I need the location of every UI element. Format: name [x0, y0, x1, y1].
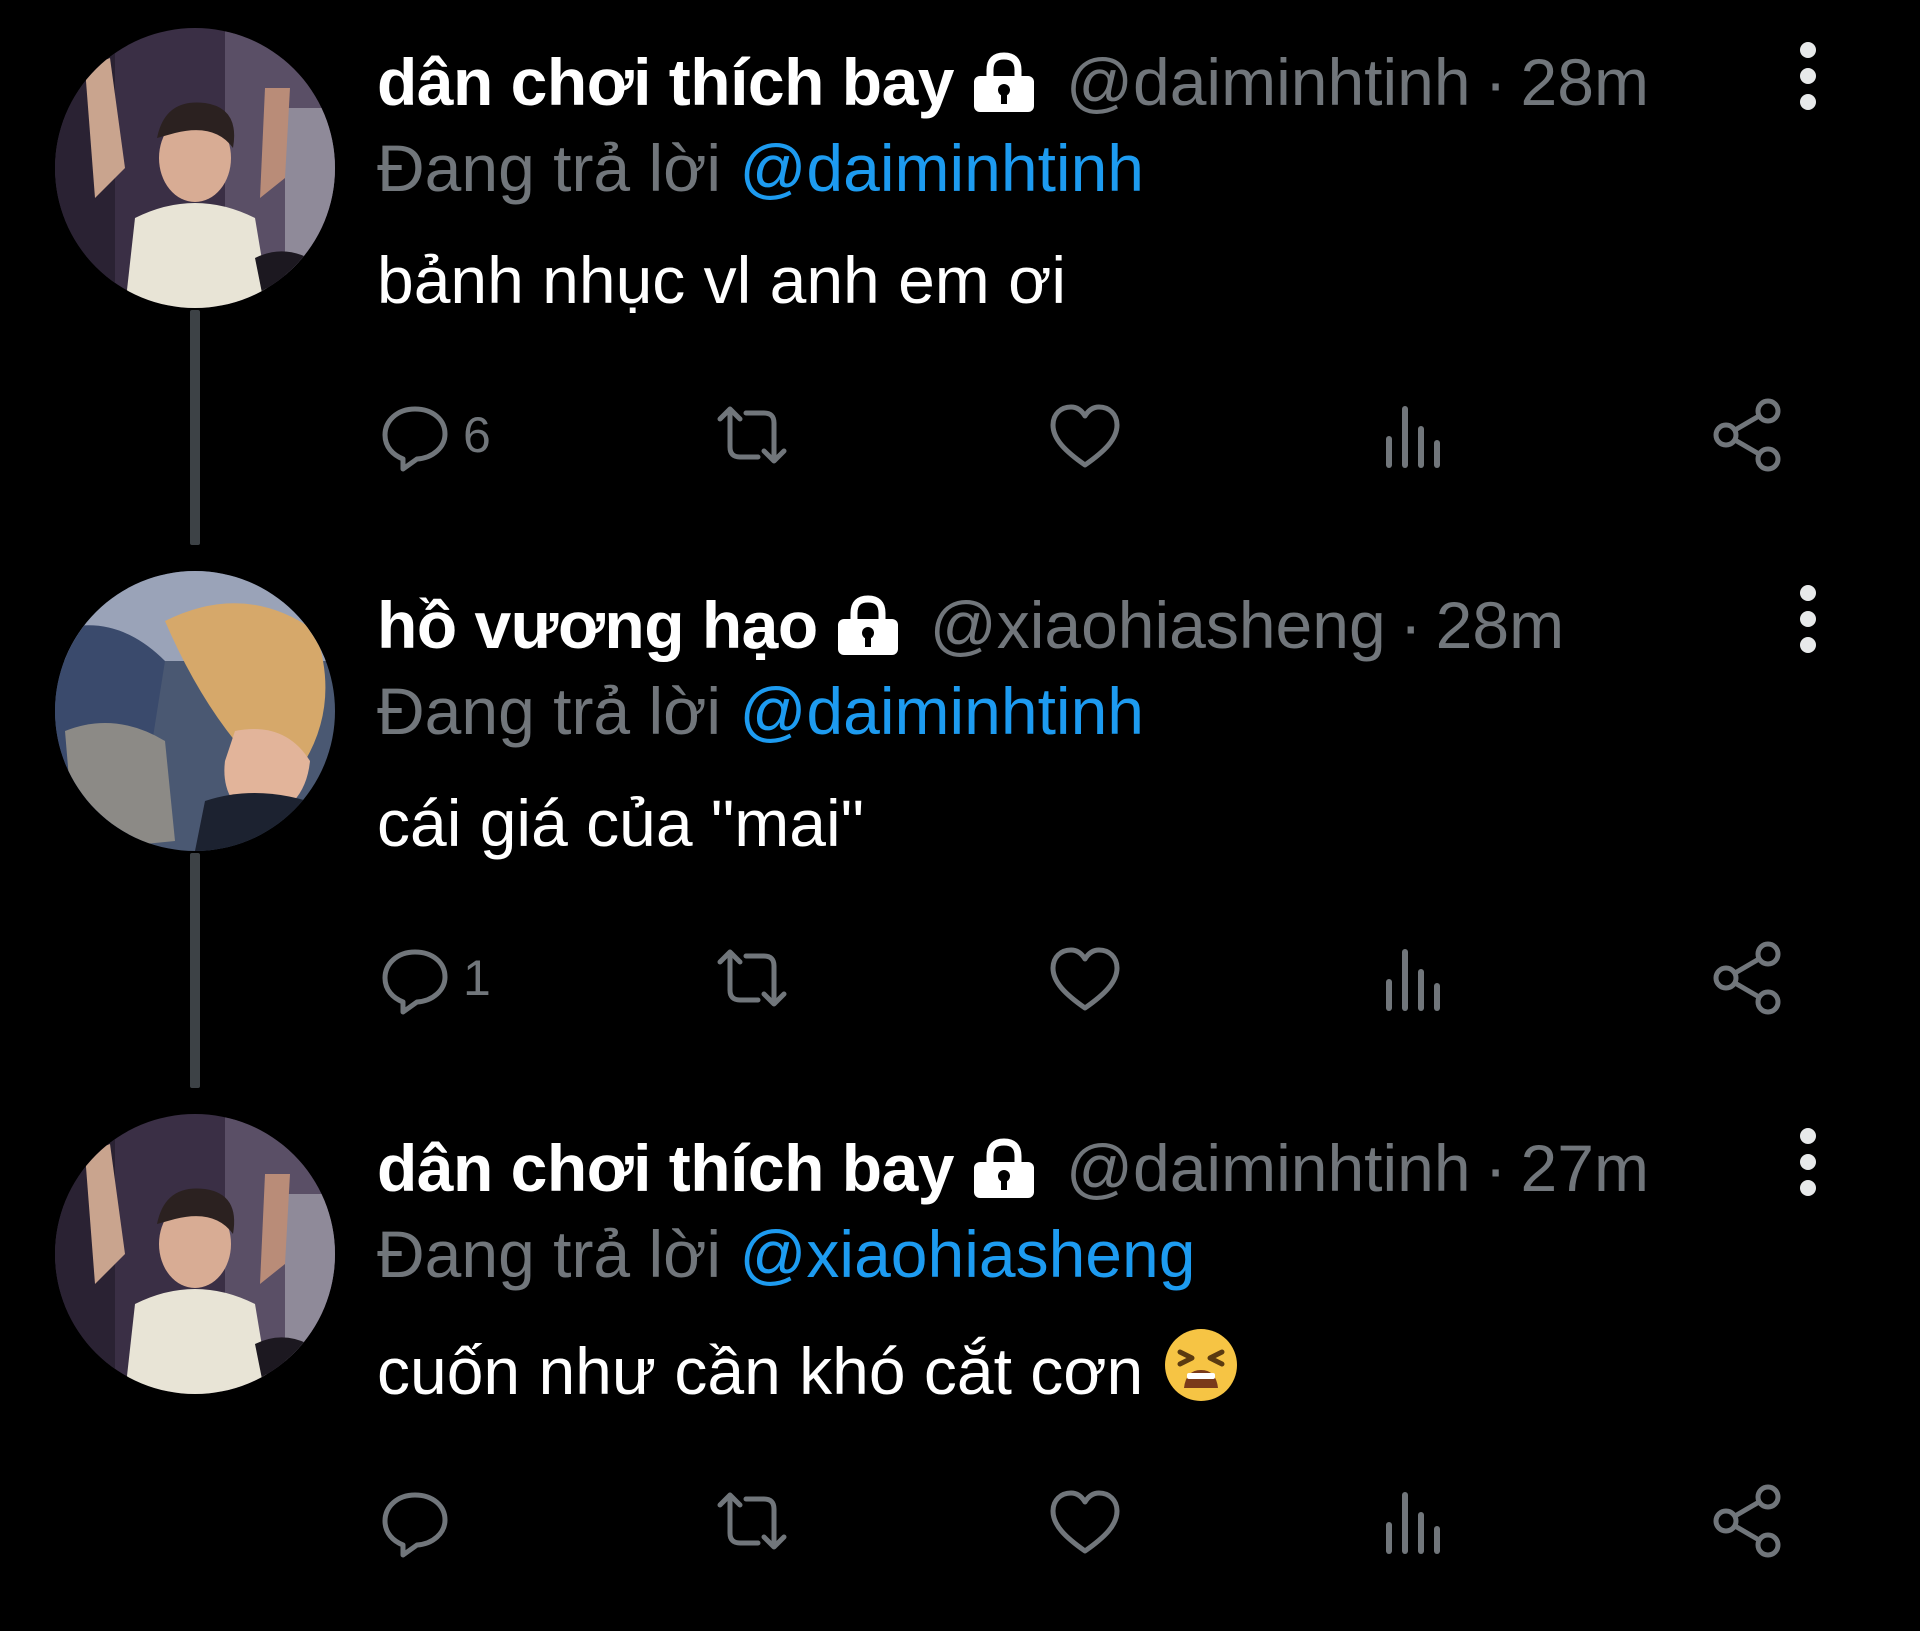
reply-count: 6 — [463, 407, 491, 463]
separator-dot: · — [1484, 45, 1507, 119]
user-handle[interactable]: @xiaohiasheng — [930, 585, 1386, 665]
tweet-text: cái giá của "mai" — [377, 783, 864, 863]
replying-to-mention[interactable]: @daiminhtinh — [739, 674, 1144, 748]
retweet-icon — [717, 406, 787, 464]
tweet-header: dân chơi thích bay @daiminhtinh · 27m — [377, 1128, 1649, 1208]
replying-to-mention[interactable]: @xiaohiasheng — [739, 1217, 1195, 1291]
more-dot — [1800, 42, 1816, 58]
retweet-icon — [717, 949, 787, 1007]
tweet-actions: 1 — [0, 938, 1920, 1018]
more-dot — [1800, 68, 1816, 84]
avatar[interactable] — [55, 571, 335, 851]
tweet-text-content: bảnh nhục vl anh em ơi — [377, 243, 1067, 317]
reply-icon — [382, 949, 448, 1015]
more-dot — [1800, 611, 1816, 627]
more-dot — [1800, 94, 1816, 110]
like-icon — [1050, 404, 1120, 468]
tweet-actions — [0, 1481, 1920, 1561]
retweet-icon — [717, 1492, 787, 1550]
display-name[interactable]: hồ vương hạo — [377, 585, 818, 665]
tweet-text: bảnh nhục vl anh em ơi — [377, 240, 1066, 320]
more-dot — [1800, 585, 1816, 601]
retweet-button[interactable] — [712, 938, 792, 1018]
more-dot — [1800, 1128, 1816, 1144]
user-handle[interactable]: @daiminhtinh — [1066, 42, 1471, 122]
share-button[interactable] — [1708, 395, 1788, 475]
like-icon — [1050, 947, 1120, 1011]
tweet[interactable]: dân chơi thích bay @daiminhtinh · 28m Đa… — [0, 0, 1920, 545]
more-dot — [1800, 637, 1816, 653]
reply-button[interactable] — [375, 1481, 463, 1561]
share-button[interactable] — [1708, 1481, 1788, 1561]
like-button[interactable] — [1045, 938, 1125, 1018]
like-button[interactable] — [1045, 395, 1125, 475]
reply-button[interactable]: 1 — [375, 938, 491, 1018]
avatar-image — [55, 1114, 335, 1394]
timestamp[interactable]: 28m — [1521, 42, 1649, 122]
share-button[interactable] — [1708, 938, 1788, 1018]
more-options-button[interactable] — [1778, 36, 1838, 116]
lock-icon — [832, 593, 904, 657]
avatar-image — [55, 28, 335, 308]
like-button[interactable] — [1045, 1481, 1125, 1561]
more-options-button[interactable] — [1778, 579, 1838, 659]
replying-to-line: Đang trả lời @daiminhtinh — [377, 671, 1144, 751]
replying-to-line: Đang trả lời @xiaohiasheng — [377, 1214, 1195, 1294]
views-icon — [1386, 1492, 1440, 1554]
more-dot — [1800, 1180, 1816, 1196]
avatar[interactable] — [55, 1114, 335, 1394]
separator-dot: · — [1399, 588, 1422, 662]
more-options-button[interactable] — [1778, 1122, 1838, 1202]
reply-icon — [382, 1492, 448, 1558]
share-icon — [1713, 1484, 1781, 1558]
tweet-text-content: cuốn như cần khó cắt cơn — [377, 1334, 1162, 1408]
lock-icon — [968, 50, 1040, 114]
views-icon — [1386, 406, 1440, 468]
share-icon — [1713, 398, 1781, 472]
reply-count: 1 — [463, 950, 491, 1006]
views-icon — [1386, 949, 1440, 1011]
reply-icon — [382, 406, 448, 472]
reply-button[interactable]: 6 — [375, 395, 491, 475]
separator-dot: · — [1484, 1131, 1507, 1205]
replying-to-line: Đang trả lời @daiminhtinh — [377, 128, 1144, 208]
tweet-text: cuốn như cần khó cắt cơn — [377, 1326, 1240, 1408]
views-button[interactable] — [1377, 1481, 1457, 1561]
timestamp[interactable]: 27m — [1521, 1128, 1649, 1208]
avatar[interactable] — [55, 28, 335, 308]
user-handle[interactable]: @daiminhtinh — [1066, 1128, 1471, 1208]
tweet-actions: 6 — [0, 395, 1920, 475]
retweet-button[interactable] — [712, 1481, 792, 1561]
tweet-header: dân chơi thích bay @daiminhtinh · 28m — [377, 42, 1649, 122]
tired-face-emoji — [1162, 1326, 1240, 1404]
like-icon — [1050, 1490, 1120, 1554]
views-button[interactable] — [1377, 395, 1457, 475]
timestamp[interactable]: 28m — [1436, 585, 1564, 665]
avatar-image — [55, 571, 335, 851]
tweet[interactable]: hồ vương hạo @xiaohiasheng · 28m Đang tr… — [0, 543, 1920, 1088]
display-name[interactable]: dân chơi thích bay — [377, 42, 955, 122]
more-dot — [1800, 1154, 1816, 1170]
replying-to-label: Đang trả lời — [377, 131, 722, 205]
lock-icon — [968, 1136, 1040, 1200]
reply-thread: dân chơi thích bay @daiminhtinh · 28m Đa… — [0, 0, 1920, 1608]
replying-to-label: Đang trả lời — [377, 1217, 722, 1291]
share-icon — [1713, 941, 1781, 1015]
retweet-button[interactable] — [712, 395, 792, 475]
replying-to-mention[interactable]: @daiminhtinh — [739, 131, 1144, 205]
views-button[interactable] — [1377, 938, 1457, 1018]
tweet-header: hồ vương hạo @xiaohiasheng · 28m — [377, 585, 1564, 665]
replying-to-label: Đang trả lời — [377, 674, 722, 748]
display-name[interactable]: dân chơi thích bay — [377, 1128, 955, 1208]
tweet-text-content: cái giá của "mai" — [377, 786, 865, 860]
tweet[interactable]: dân chơi thích bay @daiminhtinh · 27m Đa… — [0, 1086, 1920, 1631]
